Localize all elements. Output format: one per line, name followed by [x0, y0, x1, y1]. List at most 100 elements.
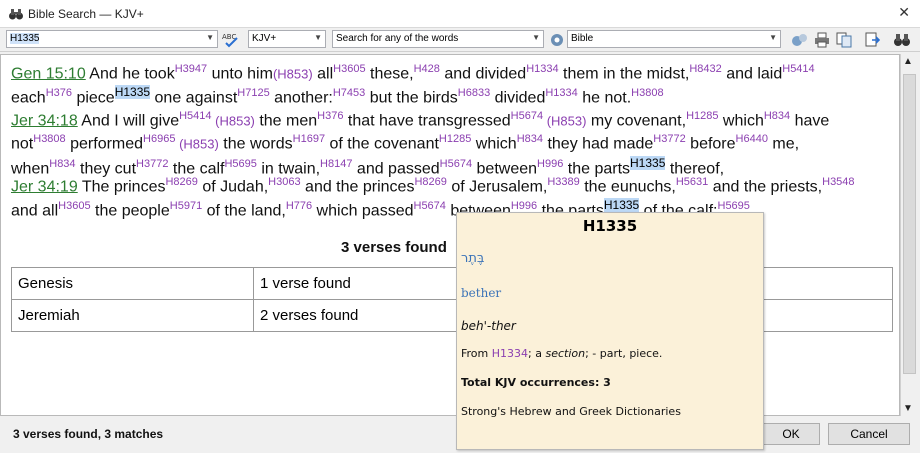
chevron-down-icon[interactable]: ▼: [532, 33, 540, 42]
chevron-down-icon[interactable]: ▼: [769, 33, 777, 42]
strongs-number[interactable]: H3063: [268, 176, 300, 188]
strongs-number[interactable]: H1334: [526, 63, 558, 75]
printer-icon: [815, 32, 829, 48]
strongs-number[interactable]: H5695: [224, 158, 256, 170]
search-input-value: H1335: [10, 33, 40, 44]
chevron-down-icon[interactable]: ▼: [314, 33, 322, 42]
verse-text: the eunuchs,: [579, 178, 676, 196]
verse-text: these,: [365, 65, 414, 83]
binoculars-icon: [9, 9, 23, 20]
search-button[interactable]: [892, 30, 912, 50]
strongs-number[interactable]: H776: [286, 200, 312, 212]
scroll-up-icon[interactable]: ▲: [903, 56, 913, 67]
verse-text: another:: [269, 89, 333, 107]
popup-def-mid: ; a: [528, 347, 546, 360]
verse-jer-34-18: Jer 34:18 And I will giveH5414 (H853) th…: [11, 107, 866, 178]
strongs-number[interactable]: H3605: [58, 200, 90, 212]
version-select-value: KJV+: [252, 33, 277, 44]
verse-text: and all: [11, 202, 59, 220]
version-select[interactable]: KJV+ ▼: [248, 30, 326, 48]
search-input[interactable]: H1335 ▼: [6, 30, 218, 48]
verse-text: of Judah,: [197, 178, 269, 196]
popup-occurrences: Total KJV occurrences: 3: [461, 376, 611, 389]
strongs-number[interactable]: H3389: [547, 176, 579, 188]
table-cell-book[interactable]: Jeremiah: [11, 299, 254, 332]
strongs-number[interactable]: H3772: [136, 158, 168, 170]
strongs-number-highlighted[interactable]: H1335: [603, 198, 640, 213]
strongs-number[interactable]: H5414: [179, 110, 211, 122]
title-bar: Bible Search — KJV+ ✕: [0, 0, 920, 28]
copy-button[interactable]: [834, 30, 854, 50]
cancel-button[interactable]: Cancel: [828, 423, 910, 445]
strongs-number[interactable]: H3772: [653, 133, 685, 145]
strongs-number[interactable]: H8147: [320, 158, 352, 170]
strongs-number[interactable]: H834: [764, 110, 790, 122]
verse-text: of Jerusalem,: [446, 178, 548, 196]
search-options-button[interactable]: [790, 30, 810, 50]
strongs-number-highlighted[interactable]: H1335: [114, 85, 151, 100]
print-button[interactable]: [812, 30, 832, 50]
verse-text: The princes: [77, 178, 166, 196]
strongs-number[interactable]: H5674: [414, 200, 446, 212]
strongs-number[interactable]: H1285: [686, 110, 718, 122]
strongs-number[interactable]: H3808: [33, 133, 65, 145]
strongs-number[interactable]: H996: [511, 200, 537, 212]
verse-reference-link[interactable]: Jer 34:18: [11, 112, 78, 129]
strongs-number[interactable]: H6965: [143, 133, 175, 145]
close-icon[interactable]: ✕: [898, 4, 910, 21]
strongs-number-untranslated[interactable]: (H853): [175, 137, 219, 152]
strongs-number[interactable]: H1697: [293, 133, 325, 145]
verse-reference-link[interactable]: Gen 15:10: [11, 65, 86, 82]
strongs-number[interactable]: H8269: [165, 176, 197, 188]
verse-text: and laid: [721, 65, 783, 83]
export-button[interactable]: [862, 30, 882, 50]
verse-text: And he took: [85, 65, 175, 83]
scope-select[interactable]: Bible ▼: [567, 30, 781, 48]
strongs-number-untranslated[interactable]: (H853): [212, 113, 255, 128]
strongs-number[interactable]: H5971: [170, 200, 202, 212]
verse-text: all: [312, 65, 334, 83]
strongs-number-highlighted[interactable]: H1335: [630, 155, 666, 170]
strongs-number[interactable]: H3605: [333, 63, 365, 75]
search-mode-select[interactable]: Search for any of the words ▼: [332, 30, 544, 48]
spell-check-button[interactable]: ABC: [221, 30, 241, 50]
verse-text: piece: [72, 89, 115, 107]
strongs-number[interactable]: H7125: [237, 87, 269, 99]
strongs-number[interactable]: H834: [49, 158, 75, 170]
scope-options-button[interactable]: [547, 30, 567, 50]
verse-text: and the priests,: [708, 178, 823, 196]
chevron-down-icon[interactable]: ▼: [206, 33, 214, 42]
scrollbar-thumb[interactable]: [903, 74, 916, 374]
strongs-number[interactable]: H996: [537, 158, 563, 170]
strongs-number[interactable]: H1334: [545, 87, 577, 99]
ok-button[interactable]: OK: [762, 423, 820, 445]
strongs-number[interactable]: H376: [46, 87, 72, 99]
strongs-number[interactable]: H5674: [511, 110, 543, 122]
strongs-number[interactable]: H5631: [676, 176, 708, 188]
popup-def-link[interactable]: H1334: [492, 347, 528, 360]
strongs-number[interactable]: H5414: [782, 63, 814, 75]
strongs-number[interactable]: H5695: [718, 200, 750, 212]
table-cell-book[interactable]: Genesis: [11, 267, 254, 300]
strongs-number[interactable]: H6833: [458, 87, 490, 99]
popup-source: Strong's Hebrew and Greek Dictionaries: [461, 405, 681, 418]
strongs-number[interactable]: H6440: [736, 133, 768, 145]
strongs-number[interactable]: H834: [517, 133, 543, 145]
strongs-number[interactable]: H8269: [414, 176, 446, 188]
strongs-number[interactable]: H3808: [631, 87, 663, 99]
strongs-number[interactable]: H7453: [333, 87, 365, 99]
vertical-scrollbar[interactable]: ▲ ▼: [900, 54, 918, 416]
strongs-number[interactable]: H376: [317, 110, 343, 122]
strongs-number[interactable]: H1285: [439, 133, 471, 145]
popup-definition: From H1334; a section; - part, piece.: [461, 347, 662, 360]
strongs-number[interactable]: H3947: [175, 63, 207, 75]
strongs-number[interactable]: H8432: [689, 63, 721, 75]
strongs-number[interactable]: H3548: [822, 176, 854, 188]
strongs-number[interactable]: H5674: [440, 158, 472, 170]
strongs-number-untranslated[interactable]: (H853): [273, 66, 313, 81]
strongs-number[interactable]: H428: [414, 63, 440, 75]
strongs-number-untranslated[interactable]: (H853): [543, 113, 587, 128]
scroll-down-icon[interactable]: ▼: [903, 403, 913, 414]
scope-select-value: Bible: [571, 33, 594, 44]
verse-reference-link[interactable]: Jer 34:19: [11, 178, 78, 195]
